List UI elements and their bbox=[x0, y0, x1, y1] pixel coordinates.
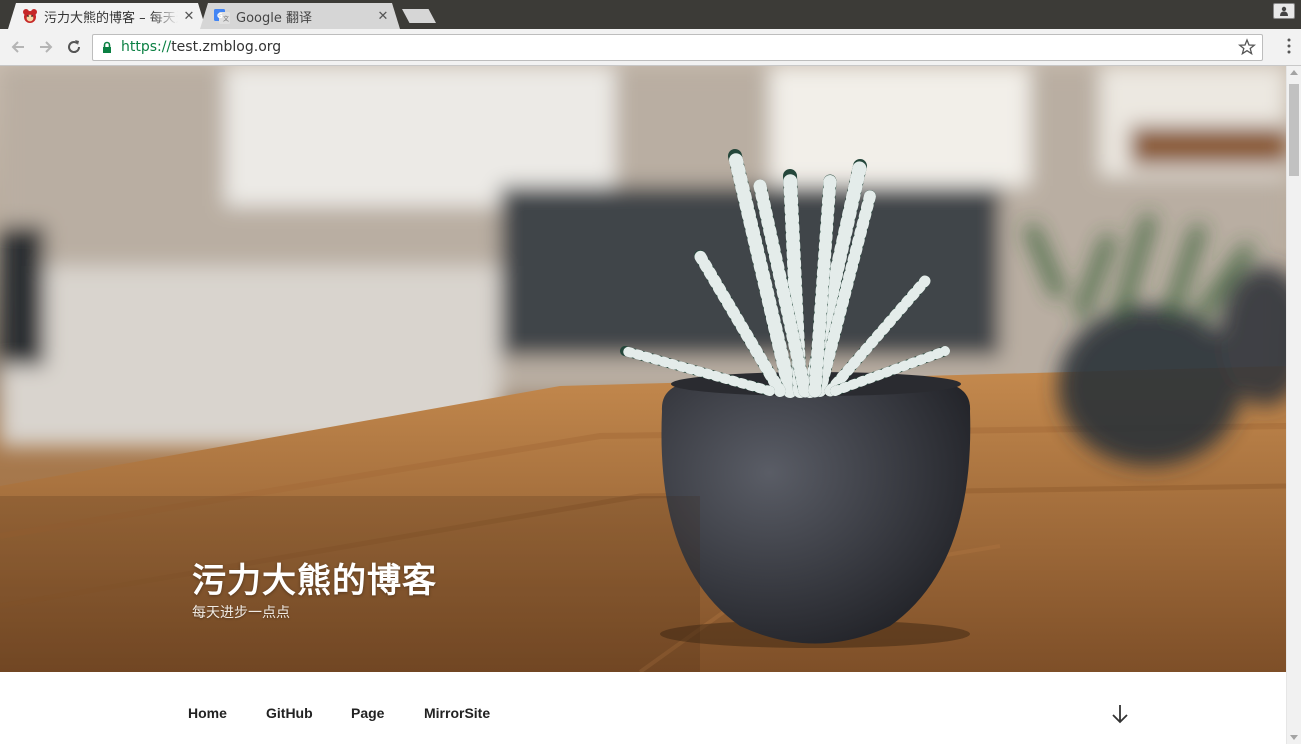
tab-strip: 污力大熊的博客 – 每天进步一点点 ✕ G 文 Google 翻译 ✕ bbox=[0, 0, 1301, 29]
url-host: test.zmblog.org bbox=[171, 39, 282, 55]
reload-icon bbox=[68, 40, 81, 53]
main-navigation: Home GitHub Page MirrorSite bbox=[0, 672, 1286, 744]
arrow-right-icon bbox=[40, 41, 53, 53]
nav-item-home[interactable]: Home bbox=[188, 705, 227, 721]
close-tab-icon[interactable]: ✕ bbox=[376, 9, 390, 24]
google-translate-favicon-icon: G 文 bbox=[214, 8, 230, 24]
more-menu-icon[interactable] bbox=[1287, 38, 1291, 54]
scrollbar-thumb[interactable] bbox=[1289, 84, 1299, 176]
tab-title: 污力大熊的博客 – 每天进步一点点 bbox=[44, 10, 176, 26]
site-tagline: 每天进步一点点 bbox=[192, 605, 290, 621]
nav-item-page[interactable]: Page bbox=[351, 705, 384, 721]
user-icon bbox=[1280, 6, 1288, 16]
svg-text:文: 文 bbox=[223, 15, 229, 23]
scroll-down-icon[interactable] bbox=[1290, 735, 1298, 740]
url-scheme: https:// bbox=[121, 39, 172, 55]
lock-icon bbox=[103, 41, 111, 53]
arrow-left-icon bbox=[11, 41, 24, 53]
hero-header-image: 污力大熊的博客 每天进步一点点 bbox=[0, 66, 1286, 672]
page-scrollbar[interactable] bbox=[1286, 66, 1301, 744]
nav-item-github[interactable]: GitHub bbox=[266, 705, 313, 721]
page-viewport: 污力大熊的博客 每天进步一点点 Home GitHub Page MirrorS… bbox=[0, 66, 1301, 744]
tab-google-translate[interactable]: G 文 Google 翻译 ✕ bbox=[200, 3, 400, 29]
scroll-up-icon[interactable] bbox=[1290, 70, 1298, 75]
tab-blog[interactable]: 污力大熊的博客 – 每天进步一点点 ✕ bbox=[8, 3, 206, 29]
tab-title: Google 翻译 bbox=[236, 10, 312, 26]
back-button[interactable] bbox=[8, 37, 28, 57]
url-text: https://test.zmblog.org bbox=[121, 39, 281, 55]
browser-toolbar: https://test.zmblog.org bbox=[0, 29, 1301, 66]
nav-item-mirrorsite[interactable]: MirrorSite bbox=[424, 705, 490, 721]
address-bar[interactable]: https://test.zmblog.org bbox=[92, 34, 1263, 61]
bear-favicon-icon bbox=[22, 8, 38, 24]
arrow-down-icon[interactable] bbox=[1111, 704, 1129, 724]
site-title[interactable]: 污力大熊的博客 bbox=[192, 553, 437, 602]
reload-button[interactable] bbox=[64, 37, 84, 57]
new-tab-button[interactable] bbox=[402, 9, 436, 23]
bookmark-star-icon[interactable] bbox=[1238, 38, 1256, 56]
forward-button[interactable] bbox=[36, 37, 56, 57]
profile-button[interactable] bbox=[1273, 3, 1295, 19]
close-tab-icon[interactable]: ✕ bbox=[182, 9, 196, 24]
